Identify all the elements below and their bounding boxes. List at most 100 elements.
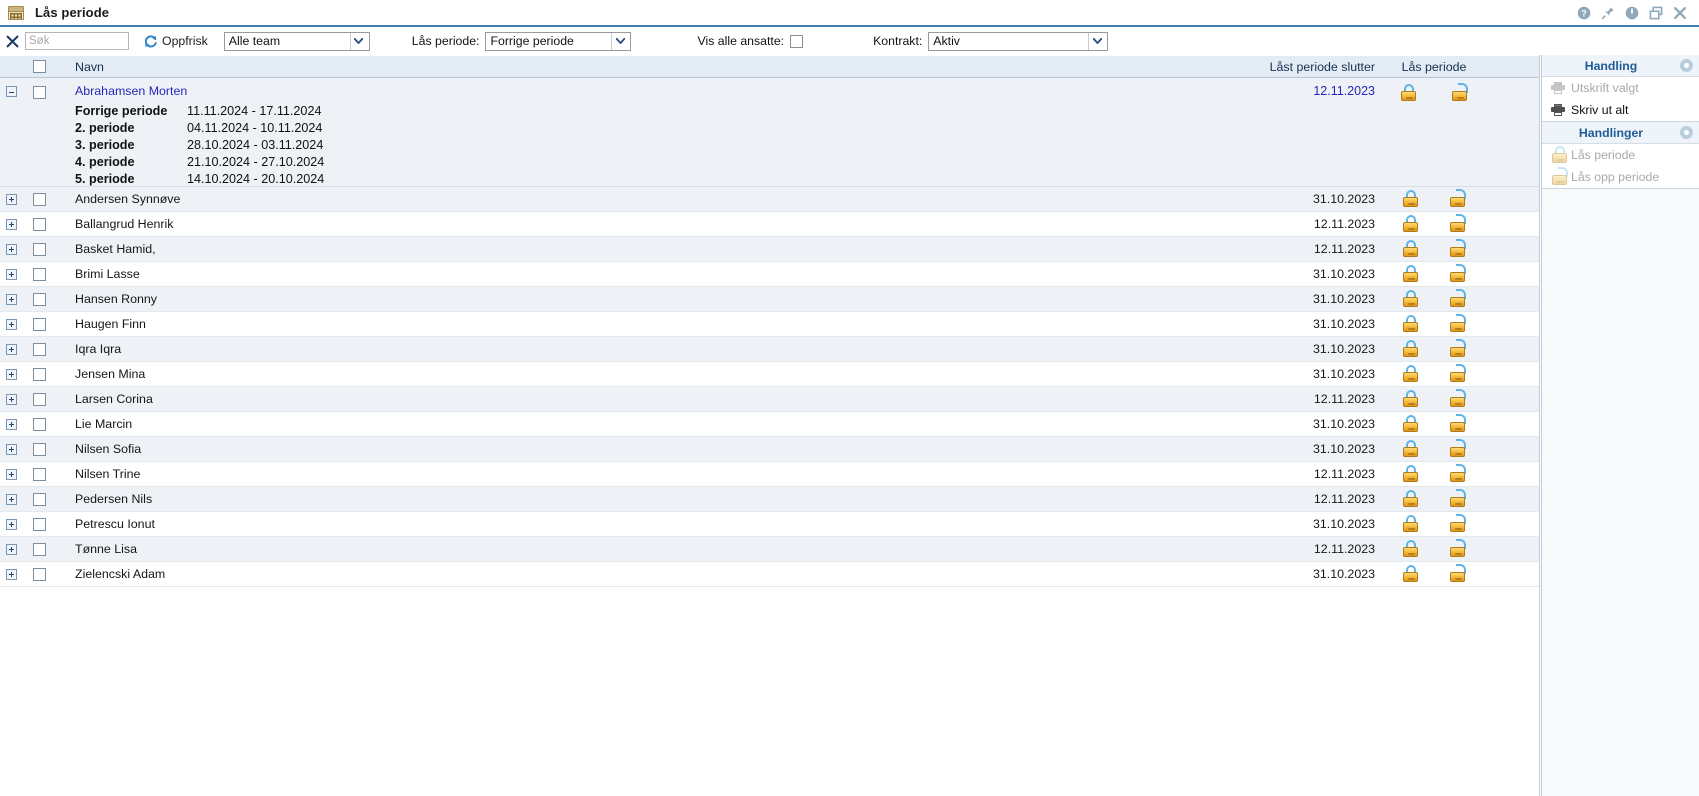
row-expand-toggle[interactable] [0,518,22,530]
lock-open-icon[interactable] [1449,239,1466,258]
restore-icon[interactable] [1648,5,1663,20]
row-checkbox[interactable] [32,417,46,431]
row-checkbox[interactable] [32,292,46,306]
lock-open-icon[interactable] [1449,314,1466,333]
row-checkbox[interactable] [32,567,46,581]
power-icon[interactable] [1624,5,1639,20]
header-locked-period-end[interactable]: Låst periode slutter [1203,60,1389,74]
row-checkbox[interactable] [32,317,46,331]
lock-open-icon[interactable] [1449,439,1466,458]
row-checkbox[interactable] [32,267,46,281]
row-checkbox[interactable] [32,86,46,99]
print-selected-button[interactable]: Utskrift valgt [1542,77,1699,99]
lock-closed-icon[interactable] [1402,240,1419,258]
lock-closed-icon[interactable] [1402,490,1419,508]
lock-closed-icon[interactable] [1402,440,1419,458]
print-all-button[interactable]: Skriv ut alt [1542,99,1699,121]
row-checkbox[interactable] [32,242,46,256]
row-checkbox[interactable] [32,192,46,206]
lock-closed-icon[interactable] [1402,190,1419,208]
lock-open-icon[interactable] [1449,389,1466,408]
row-expand-toggle[interactable] [0,393,22,405]
select-all-checkbox[interactable] [32,60,46,73]
lock-open-icon[interactable] [1449,539,1466,558]
lock-closed-icon[interactable] [1402,515,1419,533]
header-lock-period[interactable]: Lås periode [1389,60,1479,74]
table-row[interactable]: Brimi Lasse 31.10.2023 [0,262,1539,287]
lock-open-icon[interactable] [1449,189,1466,208]
employee-name-link[interactable]: Abrahamsen Morten [75,84,1203,98]
table-row[interactable]: Nilsen Sofia 31.10.2023 [0,437,1539,462]
row-expand-toggle[interactable] [0,293,22,305]
locked-period-end-link[interactable]: 12.11.2023 [1313,84,1375,98]
lock-closed-icon[interactable] [1402,565,1419,583]
refresh-button[interactable]: Oppfrisk [143,34,208,49]
lock-closed-icon[interactable] [1402,315,1419,333]
lock-closed-icon[interactable] [1402,265,1419,283]
table-row[interactable]: Iqra Iqra 31.10.2023 [0,337,1539,362]
row-checkbox[interactable] [32,392,46,406]
row-checkbox[interactable] [32,467,46,481]
team-select[interactable]: Alle team [223,31,370,51]
table-row[interactable]: Zielencski Adam 31.10.2023 [0,562,1539,587]
table-row[interactable]: Basket Hamid, 12.11.2023 [0,237,1539,262]
lock-closed-icon[interactable] [1402,465,1419,483]
table-row[interactable]: Larsen Corina 12.11.2023 [0,387,1539,412]
row-expand-toggle[interactable] [0,343,22,355]
lock-open-icon[interactable] [1449,214,1466,233]
table-row[interactable]: Andersen Synnøve 31.10.2023 [0,187,1539,212]
unlock-period-button[interactable]: Lås opp periode [1542,166,1699,188]
clear-search-icon[interactable] [4,33,20,49]
lock-open-icon[interactable] [1449,414,1466,433]
lock-closed-icon[interactable] [1402,290,1419,308]
row-expand-toggle[interactable] [0,268,22,280]
search-input[interactable] [25,32,129,50]
help-icon[interactable]: ? [1576,5,1591,20]
header-name[interactable]: Navn [56,60,1203,74]
table-row[interactable]: Pedersen Nils 12.11.2023 [0,487,1539,512]
lock-closed-icon[interactable] [1402,540,1419,558]
row-expand-toggle[interactable] [0,543,22,555]
lock-open-icon[interactable] [1449,289,1466,308]
row-checkbox[interactable] [32,492,46,506]
collapse-section-icon[interactable] [1680,59,1693,72]
row-checkbox[interactable] [32,367,46,381]
table-row[interactable]: Lie Marcin 31.10.2023 [0,412,1539,437]
lock-closed-icon[interactable] [1402,340,1419,358]
collapse-section-icon[interactable] [1680,126,1693,139]
lock-open-icon[interactable] [1449,489,1466,508]
period-select[interactable]: Forrige periode [485,31,632,51]
lock-closed-icon[interactable] [1402,415,1419,433]
row-expand-toggle[interactable] [0,243,22,255]
lock-period-button[interactable]: Lås periode [1542,144,1699,166]
row-expand-toggle[interactable] [0,443,22,455]
show-all-employees-checkbox[interactable] [790,34,804,48]
row-checkbox[interactable] [32,517,46,531]
lock-open-icon[interactable] [1449,264,1466,283]
pin-icon[interactable] [1600,5,1615,20]
lock-closed-icon[interactable] [1402,215,1419,233]
row-expand-toggle[interactable] [0,493,22,505]
lock-closed-icon[interactable] [1402,365,1419,383]
table-row[interactable]: Ballangrud Henrik 12.11.2023 [0,212,1539,237]
table-row[interactable]: Nilsen Trine 12.11.2023 [0,462,1539,487]
row-expand-toggle[interactable] [0,568,22,580]
row-collapse-toggle[interactable] [0,84,22,97]
table-row[interactable]: Petrescu Ionut 31.10.2023 [0,512,1539,537]
row-expand-toggle[interactable] [0,468,22,480]
row-checkbox[interactable] [32,217,46,231]
table-row[interactable]: Tønne Lisa 12.11.2023 [0,537,1539,562]
lock-closed-icon[interactable] [1400,84,1417,102]
table-row[interactable]: Jensen Mina 31.10.2023 [0,362,1539,387]
row-checkbox[interactable] [32,342,46,356]
lock-open-icon[interactable] [1451,83,1468,102]
contract-select[interactable]: Aktiv [928,31,1109,51]
row-expand-toggle[interactable] [0,418,22,430]
row-expand-toggle[interactable] [0,193,22,205]
row-checkbox[interactable] [32,542,46,556]
lock-open-icon[interactable] [1449,364,1466,383]
table-row[interactable]: Haugen Finn 31.10.2023 [0,312,1539,337]
row-expand-toggle[interactable] [0,218,22,230]
lock-open-icon[interactable] [1449,564,1466,583]
lock-open-icon[interactable] [1449,464,1466,483]
